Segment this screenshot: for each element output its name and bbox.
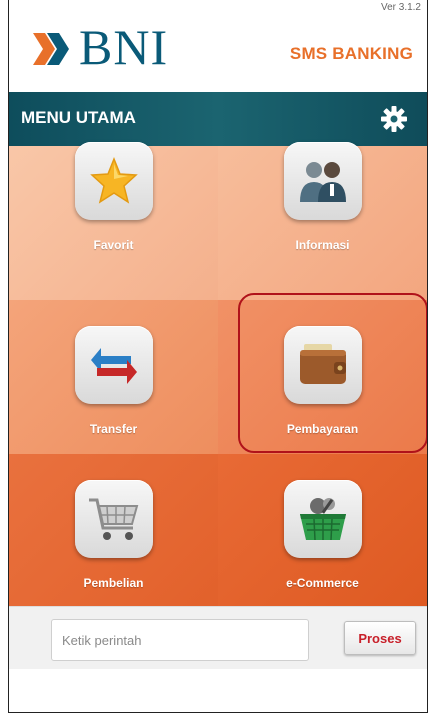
command-bar: Proses <box>9 606 427 669</box>
app-title: SMS BANKING <box>289 44 413 63</box>
bni-logo: BNI <box>31 22 168 72</box>
version-label: Ver 3.1.2 <box>380 2 421 13</box>
menu-title: MENU UTAMA <box>21 108 136 127</box>
menu-bar: MENU UTAMA <box>9 92 427 146</box>
transfer-arrows-icon <box>74 326 153 404</box>
app-frame: Ver 3.1.2 BNI SMS BANKING MENU UTAMA Fav… <box>8 0 428 713</box>
menu-item-transfer[interactable]: Transfer <box>9 300 218 454</box>
people-icon <box>283 142 362 220</box>
gear-icon[interactable] <box>379 104 409 134</box>
star-icon <box>74 142 153 220</box>
shopping-basket-icon <box>283 480 362 558</box>
bni-logo-icon <box>31 25 75 69</box>
shopping-cart-icon <box>74 480 153 558</box>
menu-item-informasi[interactable]: Informasi <box>218 142 427 300</box>
menu-item-label: Pembelian <box>83 576 144 590</box>
menu-item-favorit[interactable]: Favorit <box>9 142 218 300</box>
menu-item-label: Transfer <box>89 422 138 436</box>
brand-name: BNI <box>79 19 169 75</box>
menu-item-label: Favorit <box>93 238 134 252</box>
menu-item-e-commerce[interactable]: e-Commerce <box>218 454 427 608</box>
menu-item-label: Informasi <box>295 238 350 252</box>
command-input[interactable] <box>51 619 309 661</box>
app-header: Ver 3.1.2 BNI SMS BANKING <box>9 0 427 92</box>
selection-highlight <box>238 293 427 453</box>
proses-button[interactable]: Proses <box>344 621 416 655</box>
menu-item-label: e-Commerce <box>286 576 359 590</box>
menu-item-pembelian[interactable]: Pembelian <box>9 454 218 608</box>
